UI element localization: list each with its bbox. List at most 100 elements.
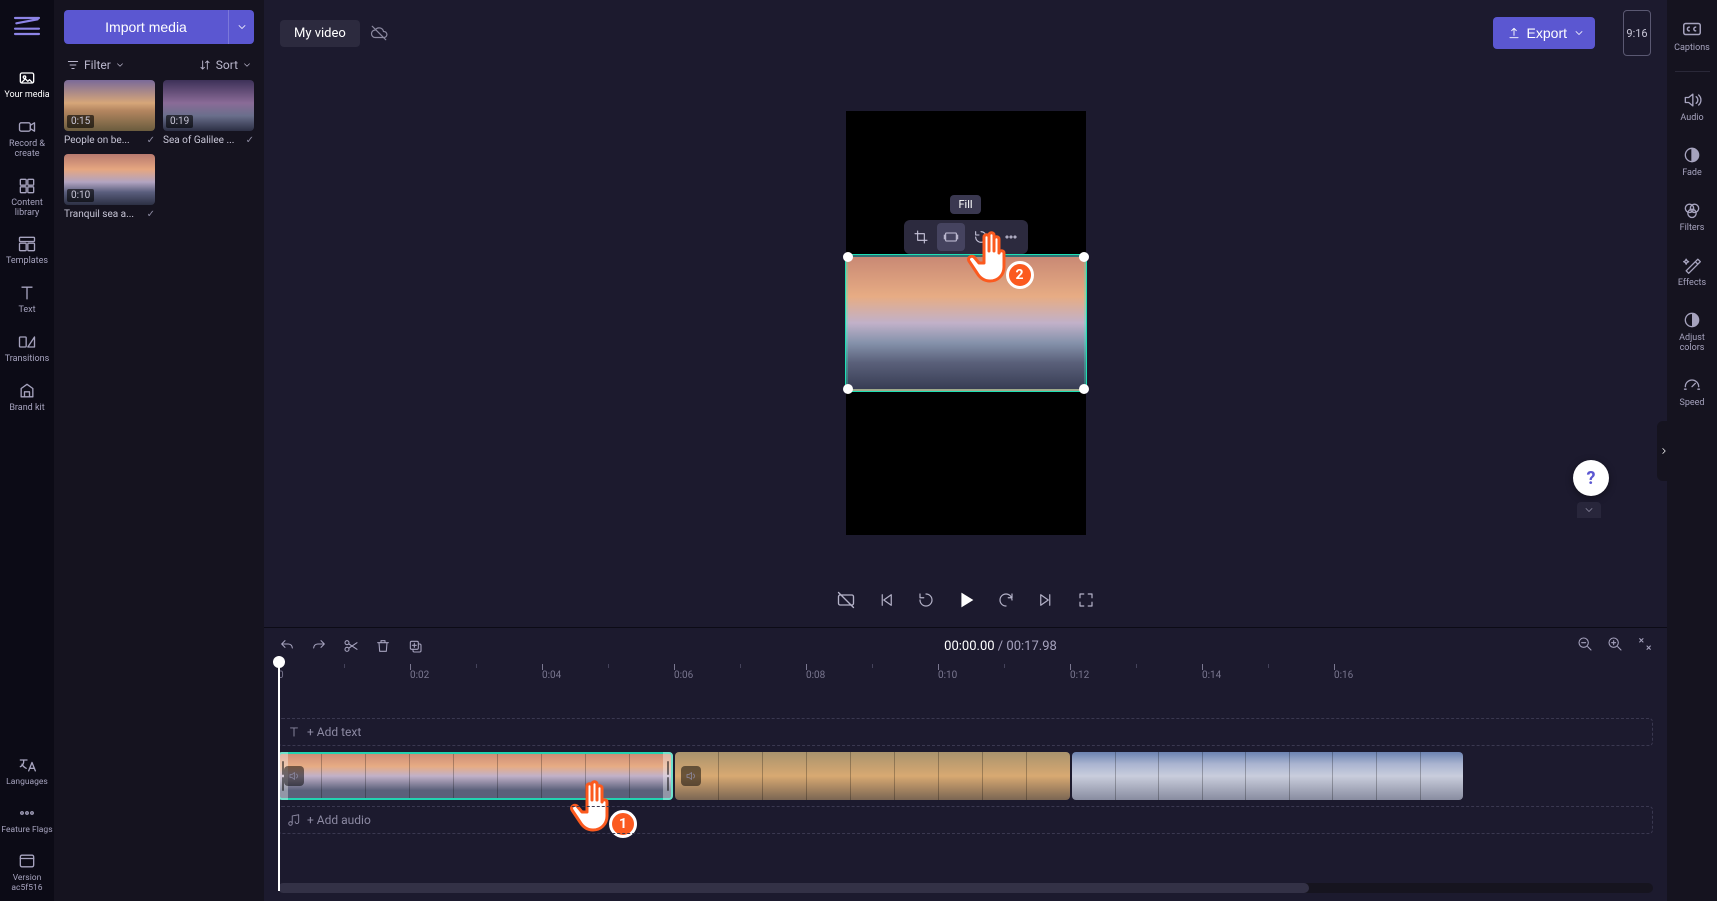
export-label: Export xyxy=(1527,25,1567,41)
filter-button[interactable]: Filter xyxy=(66,58,125,72)
media-thumb[interactable]: 0:10 xyxy=(64,154,155,205)
rail-brand-kit[interactable]: Brand kit xyxy=(0,373,54,422)
rail-label: Record & create xyxy=(0,140,54,160)
clip-audio-icon[interactable] xyxy=(284,766,304,786)
timeline-scrollbar[interactable] xyxy=(278,883,1653,893)
audio-track[interactable]: + Add audio xyxy=(278,806,1653,834)
tick-label: 0:08 xyxy=(806,670,825,681)
rail-record-create[interactable]: Record & create xyxy=(0,109,54,168)
check-icon: ✓ xyxy=(147,209,155,220)
right-rail-label: Filters xyxy=(1680,223,1705,233)
play-button[interactable] xyxy=(955,589,977,611)
cc-icon xyxy=(1681,18,1703,40)
clip-audio-icon[interactable] xyxy=(681,766,701,786)
playhead[interactable] xyxy=(278,662,280,891)
audio-panel-button[interactable]: Audio xyxy=(1667,82,1717,131)
rail-transitions[interactable]: Transitions xyxy=(0,324,54,373)
right-rail-label: Fade xyxy=(1682,168,1702,178)
fade-icon xyxy=(1682,145,1702,165)
undo-icon xyxy=(279,638,295,654)
speaker-icon xyxy=(288,770,300,782)
media-thumb[interactable]: 0:19 xyxy=(163,80,254,131)
import-media-dropdown[interactable] xyxy=(228,10,254,44)
fade-panel-button[interactable]: Fade xyxy=(1667,137,1717,186)
cloud-off-icon[interactable] xyxy=(370,24,388,42)
undo-button[interactable] xyxy=(278,637,296,655)
export-button[interactable]: Export xyxy=(1493,17,1595,49)
trim-handle-right[interactable] xyxy=(663,752,673,800)
media-thumb[interactable]: 0:15 xyxy=(64,80,155,131)
transport-bar xyxy=(264,579,1667,627)
fit-button[interactable] xyxy=(1637,636,1653,656)
collapse-right-rail[interactable] xyxy=(1657,421,1671,481)
media-name: Tranquil sea a... xyxy=(64,209,134,220)
zoom-in-button[interactable] xyxy=(1607,636,1623,656)
rail-label: Feature Flags xyxy=(1,826,52,835)
media-item[interactable]: 0:19 Sea of Galilee ...✓ xyxy=(163,80,254,146)
time-current: 00:00.00 xyxy=(944,639,994,654)
resize-handle[interactable] xyxy=(843,252,853,262)
forward-icon xyxy=(997,591,1015,609)
rail-content-library[interactable]: Content library xyxy=(0,168,54,227)
resize-handle[interactable] xyxy=(843,384,853,394)
filter-icon xyxy=(66,58,80,72)
import-media-button[interactable]: Import media xyxy=(64,10,228,44)
chevron-down-icon xyxy=(1583,504,1595,516)
captions-button[interactable]: Captions xyxy=(1667,10,1717,61)
selected-clip-overlay[interactable]: Fill 2 xyxy=(846,255,1086,391)
help-expand[interactable] xyxy=(1577,502,1601,518)
annotation-hand-2: 2 xyxy=(960,219,1024,283)
cc-off-icon xyxy=(836,590,856,610)
adjust-colors-button[interactable]: Adjust colors xyxy=(1667,302,1717,361)
rail-version[interactable]: Version ac5f516 xyxy=(0,843,54,901)
crop-button[interactable] xyxy=(907,223,935,251)
speed-panel-button[interactable]: Speed xyxy=(1667,367,1717,416)
media-item[interactable]: 0:15 People on be...✓ xyxy=(64,80,155,146)
time-ruler[interactable]: 0 0:02 0:04 0:06 0:08 0:10 0:12 0:14 0:1… xyxy=(278,664,1667,688)
right-rail-label: Audio xyxy=(1680,113,1703,123)
redo-button[interactable] xyxy=(310,637,328,655)
speed-icon xyxy=(1682,375,1702,395)
rewind-button[interactable] xyxy=(915,589,937,611)
clip-3[interactable] xyxy=(1072,752,1463,800)
sort-label: Sort xyxy=(216,58,238,72)
prev-frame-button[interactable] xyxy=(875,589,897,611)
caption-toggle-button[interactable] xyxy=(835,589,857,611)
effects-panel-button[interactable]: Effects xyxy=(1667,247,1717,296)
fullscreen-button[interactable] xyxy=(1075,589,1097,611)
rail-text[interactable]: Text xyxy=(0,275,54,324)
text-track[interactable]: + Add text xyxy=(278,718,1653,746)
next-frame-button[interactable] xyxy=(1035,589,1057,611)
music-icon xyxy=(287,813,301,827)
rail-your-media[interactable]: Your media xyxy=(0,60,54,109)
media-item[interactable]: 0:10 Tranquil sea a... ✓ xyxy=(64,154,155,220)
rail-label: Transitions xyxy=(5,355,50,365)
resize-handle[interactable] xyxy=(1079,252,1089,262)
right-rail-label: Speed xyxy=(1679,398,1704,408)
fit-icon xyxy=(1637,636,1653,652)
time-total: 00:17.98 xyxy=(1006,639,1056,654)
video-title-field[interactable]: My video xyxy=(280,20,360,47)
video-track[interactable]: 1 xyxy=(278,752,1653,800)
scrollbar-thumb[interactable] xyxy=(278,883,1309,893)
aspect-ratio-button[interactable]: 9:16 xyxy=(1623,10,1651,56)
duplicate-button[interactable] xyxy=(406,637,424,655)
filters-panel-button[interactable]: Filters xyxy=(1667,192,1717,241)
tick-label: 0:14 xyxy=(1202,670,1221,681)
sort-button[interactable]: Sort xyxy=(198,58,252,72)
rail-languages[interactable]: Languages xyxy=(0,747,54,795)
preview-canvas[interactable]: Fill 2 xyxy=(846,111,1086,535)
split-button[interactable] xyxy=(342,637,360,655)
effects-icon xyxy=(1682,255,1702,275)
forward-button[interactable] xyxy=(995,589,1017,611)
help-button[interactable]: ? xyxy=(1573,460,1609,496)
resize-handle[interactable] xyxy=(1079,384,1089,394)
clip-2[interactable] xyxy=(675,752,1070,800)
right-rail-label: Effects xyxy=(1678,278,1706,288)
delete-button[interactable] xyxy=(374,637,392,655)
time-sep: / xyxy=(995,639,1007,654)
check-icon: ✓ xyxy=(246,135,254,146)
zoom-out-button[interactable] xyxy=(1577,636,1593,656)
rail-templates[interactable]: Templates xyxy=(0,226,54,275)
rail-feature-flags[interactable]: Feature Flags xyxy=(0,795,54,843)
